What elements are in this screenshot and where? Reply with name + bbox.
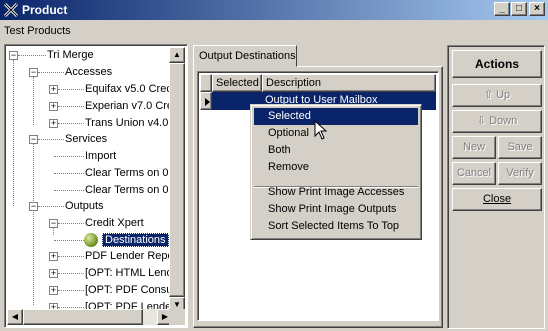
tree-label: Clear Terms on 0 Bala xyxy=(85,167,177,179)
maximize-icon: □ xyxy=(515,3,523,14)
down-label: Down xyxy=(489,115,518,127)
scroll-thumb[interactable] xyxy=(23,309,143,325)
collapse-icon[interactable]: − xyxy=(9,51,18,60)
menu-item-show-print-image-outputs[interactable]: Show Print Image Outputs xyxy=(254,201,418,218)
tree-label: PDF Lender Report xyxy=(85,250,177,262)
grid-corner-header xyxy=(200,74,212,92)
new-button[interactable]: New xyxy=(452,136,496,159)
scroll-corner xyxy=(169,309,185,325)
tree-node-output-item[interactable]: + [OPT: HTML Lender I xyxy=(7,265,177,281)
tree-label: Services xyxy=(65,133,108,145)
tree-label: Experian v7.0 Credit R xyxy=(85,100,177,112)
expand-icon[interactable]: + xyxy=(49,269,58,278)
tree-label: [OPT: PDF Consumer xyxy=(85,284,177,296)
tree-node-service-item[interactable]: Import xyxy=(7,148,177,164)
tree-label: Clear Terms on 0 Bala xyxy=(85,184,177,196)
actions-header: Actions xyxy=(452,50,542,78)
tree-label: Import xyxy=(85,150,117,162)
arrow-up-icon: ⇧ xyxy=(483,89,497,101)
expand-icon[interactable]: + xyxy=(49,85,58,94)
up-button[interactable]: ⇧ Up xyxy=(452,84,542,107)
tree-node-service-item[interactable]: Clear Terms on 0 Bala xyxy=(7,182,177,198)
close-icon: × xyxy=(534,3,540,14)
menu-item-selected[interactable]: Selected xyxy=(254,108,418,125)
tree-label: Accesses xyxy=(65,66,113,78)
menu-item-sort-selected-items-to-top[interactable]: Sort Selected Items To Top xyxy=(254,218,418,235)
menu-test-products[interactable]: Test Products xyxy=(4,25,71,37)
collapse-icon[interactable]: − xyxy=(49,219,58,228)
tree-label: Outputs xyxy=(65,200,104,212)
tree-label: Credit Xpert xyxy=(85,217,144,229)
tab-output-destinations[interactable]: Output Destinations xyxy=(193,45,297,67)
mouse-pointer-icon xyxy=(314,120,328,140)
title-bar: Product _ □ × xyxy=(0,0,548,20)
minimize-icon: _ xyxy=(499,3,505,14)
tree-content: − Tri Merge − Accesses + Equifax v5.0 Cr… xyxy=(7,47,177,313)
tree-node-destinations[interactable]: Destinations xyxy=(7,232,177,248)
down-button[interactable]: ⇩ Down xyxy=(452,110,542,133)
minimize-button[interactable]: _ xyxy=(494,2,510,16)
tree-label-selected: Destinations xyxy=(102,233,169,247)
tree-node-tri-merge[interactable]: − Tri Merge xyxy=(7,47,177,63)
expand-icon[interactable]: + xyxy=(49,286,58,295)
product-tree[interactable]: − Tri Merge − Accesses + Equifax v5.0 Cr… xyxy=(4,44,188,328)
column-header-description[interactable]: Description xyxy=(262,74,436,92)
cancel-button[interactable]: Cancel xyxy=(452,162,496,185)
expand-icon[interactable]: + xyxy=(49,252,58,261)
actions-panel: Actions ⇧ Up ⇩ Down New Save Cancel Veri… xyxy=(447,45,545,329)
save-button[interactable]: Save xyxy=(498,136,542,159)
verify-button[interactable]: Verify xyxy=(498,162,542,185)
tree-label: [OPT: HTML Lender I xyxy=(85,267,177,279)
tree-vertical-scrollbar[interactable]: ▲ ▼ xyxy=(169,47,185,313)
row-indicator-icon xyxy=(200,92,212,110)
app-icon xyxy=(3,2,19,18)
scroll-up-arrow-icon[interactable]: ▲ xyxy=(169,47,185,63)
close-button[interactable]: Close xyxy=(452,188,542,211)
menu-item-show-print-image-accesses[interactable]: Show Print Image Accesses xyxy=(254,184,418,201)
maximize-button[interactable]: □ xyxy=(511,2,527,16)
scroll-left-arrow-icon[interactable]: ◀ xyxy=(7,309,23,325)
globe-icon xyxy=(84,233,98,247)
tree-horizontal-scrollbar[interactable]: ◀ ▶ xyxy=(7,309,173,325)
tree-node-services[interactable]: − Services xyxy=(7,131,177,147)
collapse-icon[interactable]: − xyxy=(29,135,38,144)
tree-node-service-item[interactable]: Clear Terms on 0 Bala xyxy=(7,165,177,181)
arrow-down-icon: ⇩ xyxy=(476,115,490,127)
tree-node-access-item[interactable]: + Experian v7.0 Credit R xyxy=(7,98,177,114)
close-window-button[interactable]: × xyxy=(529,2,545,16)
menu-item-both[interactable]: Both xyxy=(254,142,418,159)
collapse-icon[interactable]: − xyxy=(29,68,38,77)
window-title: Product xyxy=(22,3,68,17)
tree-label: Equifax v5.0 Credit Re xyxy=(85,83,177,95)
expand-icon[interactable]: + xyxy=(49,102,58,111)
menu-item-optional[interactable]: Optional xyxy=(254,125,418,142)
tree-node-accesses[interactable]: − Accesses xyxy=(7,64,177,80)
collapse-icon[interactable]: − xyxy=(29,202,38,211)
context-menu: Selected Optional Both Remove Show Print… xyxy=(250,104,422,240)
tree-node-access-item[interactable]: + Equifax v5.0 Credit Re xyxy=(7,81,177,97)
up-label: Up xyxy=(496,89,511,101)
column-header-selected[interactable]: Selected xyxy=(212,74,262,92)
scroll-thumb[interactable] xyxy=(169,63,185,297)
tree-label: Tri Merge xyxy=(47,49,94,61)
menu-item-remove[interactable]: Remove xyxy=(254,159,418,176)
tree-label: Trans Union v4.0 Cre xyxy=(85,117,177,129)
tree-node-access-item[interactable]: + Trans Union v4.0 Cre xyxy=(7,115,177,131)
tree-node-output-item[interactable]: + PDF Lender Report xyxy=(7,248,177,264)
expand-icon[interactable]: + xyxy=(49,119,58,128)
tree-node-output-item[interactable]: + [OPT: PDF Consumer xyxy=(7,282,177,298)
menu-bar: Test Products xyxy=(0,20,548,42)
tree-node-outputs[interactable]: − Outputs xyxy=(7,198,177,214)
tab-label: Output Destinations xyxy=(199,50,296,62)
tree-node-credit-xpert[interactable]: − Credit Xpert xyxy=(7,215,177,231)
